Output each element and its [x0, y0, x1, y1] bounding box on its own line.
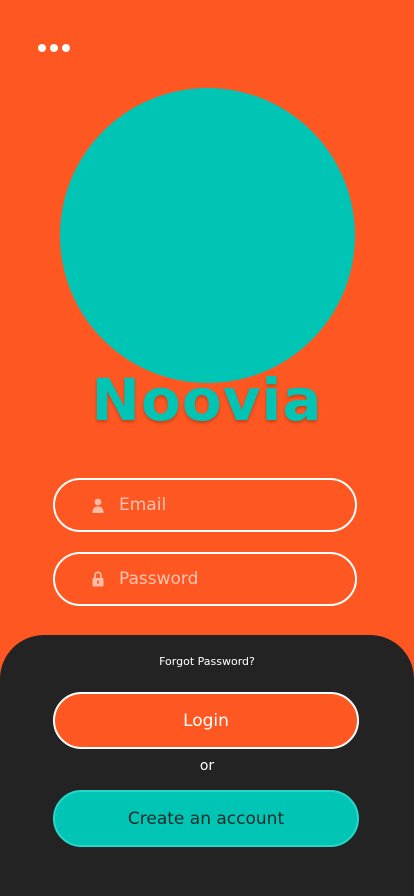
password-field[interactable] — [53, 552, 357, 606]
login-button[interactable]: Login — [53, 692, 359, 749]
menu-dot — [38, 44, 46, 52]
more-options-icon[interactable] — [38, 42, 72, 54]
logo-circle — [60, 88, 355, 383]
lock-icon — [91, 571, 105, 587]
forgot-password-link[interactable]: Forgot Password? — [0, 655, 414, 668]
or-divider-text: or — [199, 758, 215, 774]
menu-dot — [50, 44, 58, 52]
email-input[interactable] — [119, 495, 319, 515]
menu-dot — [62, 44, 70, 52]
brand-title: Noovia — [91, 366, 323, 434]
password-input[interactable] — [119, 569, 319, 589]
create-account-button[interactable]: Create an account — [53, 790, 359, 847]
user-icon — [91, 497, 105, 513]
email-field[interactable] — [53, 478, 357, 532]
